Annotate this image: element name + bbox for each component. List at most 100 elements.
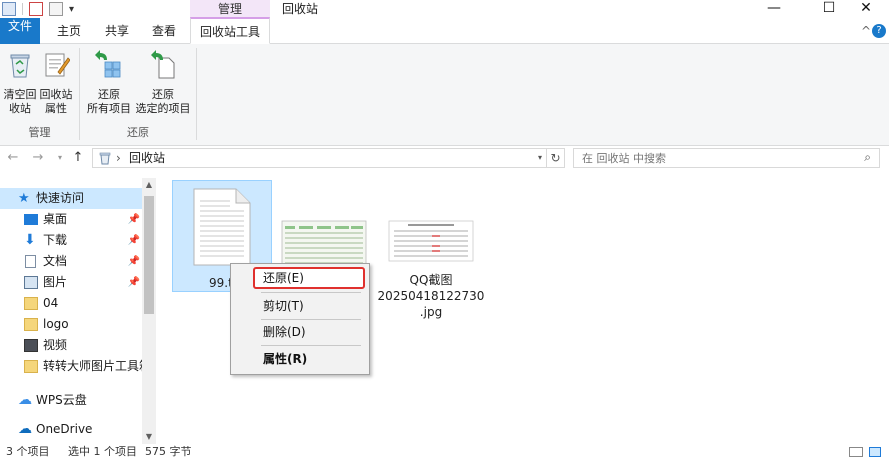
toolbar-separator [22, 3, 23, 15]
restore-selected-button[interactable]: 还原 选定的项目 [134, 50, 192, 116]
refresh-icon[interactable]: ↻ [546, 148, 564, 168]
recycle-bin-icon [99, 152, 111, 165]
screenshot-thumbnail-icon [388, 220, 474, 262]
recent-locations-chevron-icon[interactable]: ▾ [51, 148, 69, 168]
customize-toolbar-chevron-icon[interactable]: ▾ [69, 4, 74, 15]
sidebar-item-label: 转转大师图片工具箱 [43, 359, 142, 373]
close-button[interactable]: ✕ [843, 0, 889, 18]
sidebar-item-wps-cloud[interactable]: ☁ WPS云盘 [0, 390, 142, 411]
ribbon-tabs: 文件 主页 共享 查看 回收站工具 ^ ? [0, 17, 889, 44]
sidebar-scrollbar[interactable]: ▲ ▼ [142, 178, 156, 444]
scroll-down-icon[interactable]: ▼ [142, 430, 156, 444]
new-folder-icon[interactable] [49, 2, 63, 16]
file-name-line-2: 20250418122730 [377, 289, 485, 303]
item-count: 3 个项目 [6, 445, 50, 458]
tab-recycle-bin-tools[interactable]: 回收站工具 [190, 17, 270, 44]
restore-selected-label-1: 还原 [152, 88, 174, 101]
recycle-bin-icon[interactable] [2, 2, 16, 16]
sidebar-item-downloads[interactable]: ⬇ 下载 📌 [0, 230, 142, 251]
sidebar-item-label: 视频 [43, 338, 68, 352]
tab-share[interactable]: 共享 [96, 18, 138, 44]
sidebar-item-folder-04[interactable]: 04 [0, 293, 142, 314]
properties-label-2: 属性 [45, 102, 67, 115]
navigation-bar: ← → ▾ ↑ › 回收站 ▾ ↻ ⌕ [0, 146, 889, 170]
quick-access-toolbar: ▾ [2, 1, 74, 17]
group-label-restore: 还原 [127, 126, 149, 139]
recycle-bin-properties-button[interactable]: 回收站 属性 [36, 50, 76, 116]
sidebar-item-label: OneDrive [36, 422, 93, 436]
document-icon [25, 255, 36, 268]
sidebar-item-zhuanzhuan-folder[interactable]: 转转大师图片工具箱 [0, 356, 142, 377]
selected-size: 575 字节 [145, 445, 192, 458]
search-icon[interactable]: ⌕ [864, 150, 871, 165]
tab-view[interactable]: 查看 [143, 18, 185, 44]
pin-icon: 📌 [127, 277, 140, 288]
details-view-icon[interactable] [849, 447, 863, 457]
search-box[interactable]: ⌕ [573, 148, 880, 168]
sidebar-item-documents[interactable]: 文档 📌 [0, 251, 142, 272]
breadcrumb-recycle-bin[interactable]: 回收站 [129, 149, 165, 167]
onedrive-cloud-icon: ☁ [18, 421, 32, 437]
restore-all-icon [95, 50, 121, 78]
back-arrow-icon[interactable]: ← [4, 148, 22, 168]
address-dropdown-chevron-icon[interactable]: ▾ [538, 149, 542, 167]
status-bar: 3 个项目 选中 1 个项目 575 字节 [0, 444, 889, 460]
pin-icon: 📌 [127, 235, 140, 246]
file-item-qq-screenshot[interactable]: QQ截图 20250418122730 .jpg [376, 220, 486, 320]
menu-item-restore[interactable]: 还原(E) [253, 267, 365, 289]
address-bar[interactable]: › 回收站 ▾ ↻ [92, 148, 565, 168]
sidebar-item-label: 快速访问 [36, 191, 85, 205]
empty-recycle-bin-button[interactable]: 清空回 收站 [0, 50, 40, 116]
pin-icon: 📌 [127, 214, 140, 225]
menu-separator [261, 319, 361, 320]
sidebar-item-pictures[interactable]: 图片 📌 [0, 272, 142, 293]
sidebar-item-quick-access[interactable]: ★ 快速访问 [0, 188, 142, 209]
sidebar-item-label: 桌面 [43, 212, 68, 226]
window-title: 回收站 [282, 2, 319, 16]
menu-item-delete[interactable]: 删除(D) [233, 321, 367, 343]
sidebar-item-label: WPS云盘 [36, 393, 87, 407]
folder-icon [24, 360, 38, 373]
restore-selected-icon [151, 50, 175, 79]
text-file-icon [193, 188, 251, 266]
restore-all-button[interactable]: 还原 所有项目 [85, 50, 133, 116]
star-icon: ★ [18, 191, 30, 206]
navigation-pane: ★ 快速访问 桌面 📌 ⬇ 下载 📌 文档 📌 图片 📌 04 logo 视频 … [0, 178, 156, 444]
help-icon[interactable]: ? [872, 24, 886, 38]
scroll-up-icon[interactable]: ▲ [142, 178, 156, 192]
pictures-icon [24, 276, 38, 289]
sidebar-item-folder-logo[interactable]: logo [0, 314, 142, 335]
scrollbar-thumb[interactable] [144, 196, 154, 314]
menu-item-cut[interactable]: 剪切(T) [233, 295, 367, 317]
up-arrow-icon[interactable]: ↑ [69, 148, 87, 168]
forward-arrow-icon[interactable]: → [29, 148, 47, 168]
ribbon-panel: 清空回 收站 回收站 属性 还原 所有项目 还原 选定的项目 管理 还原 [0, 44, 889, 146]
video-icon [24, 339, 38, 352]
sidebar-item-label: 图片 [43, 275, 68, 289]
selected-count: 选中 1 个项目 [68, 445, 137, 458]
large-icons-view-icon[interactable] [869, 447, 881, 457]
menu-item-properties[interactable]: 属性(R) [233, 348, 367, 370]
tab-file[interactable]: 文件 [0, 18, 40, 44]
file-name-line-3: .jpg [419, 305, 443, 319]
properties-icon [45, 53, 71, 77]
restore-selected-label-2: 选定的项目 [135, 102, 191, 115]
properties-label-1: 回收站 [39, 88, 73, 101]
download-arrow-icon: ⬇ [24, 232, 36, 248]
tab-home[interactable]: 主页 [48, 18, 90, 44]
empty-recycle-bin-label-2: 收站 [9, 102, 31, 115]
empty-recycle-bin-icon [10, 54, 30, 78]
properties-icon[interactable] [29, 2, 43, 16]
pin-icon: 📌 [127, 256, 140, 267]
sidebar-item-onedrive[interactable]: ☁ OneDrive [0, 419, 142, 440]
folder-icon [24, 297, 38, 310]
group-label-manage: 管理 [28, 126, 51, 139]
minimize-button[interactable]: — [751, 0, 797, 18]
menu-separator [261, 345, 361, 346]
restore-all-label-1: 还原 [98, 88, 120, 101]
sidebar-item-desktop[interactable]: 桌面 📌 [0, 209, 142, 230]
sidebar-item-videos[interactable]: 视频 [0, 335, 142, 356]
breadcrumb-separator: › [116, 151, 121, 165]
menu-separator [261, 292, 361, 293]
search-input[interactable] [582, 150, 852, 166]
